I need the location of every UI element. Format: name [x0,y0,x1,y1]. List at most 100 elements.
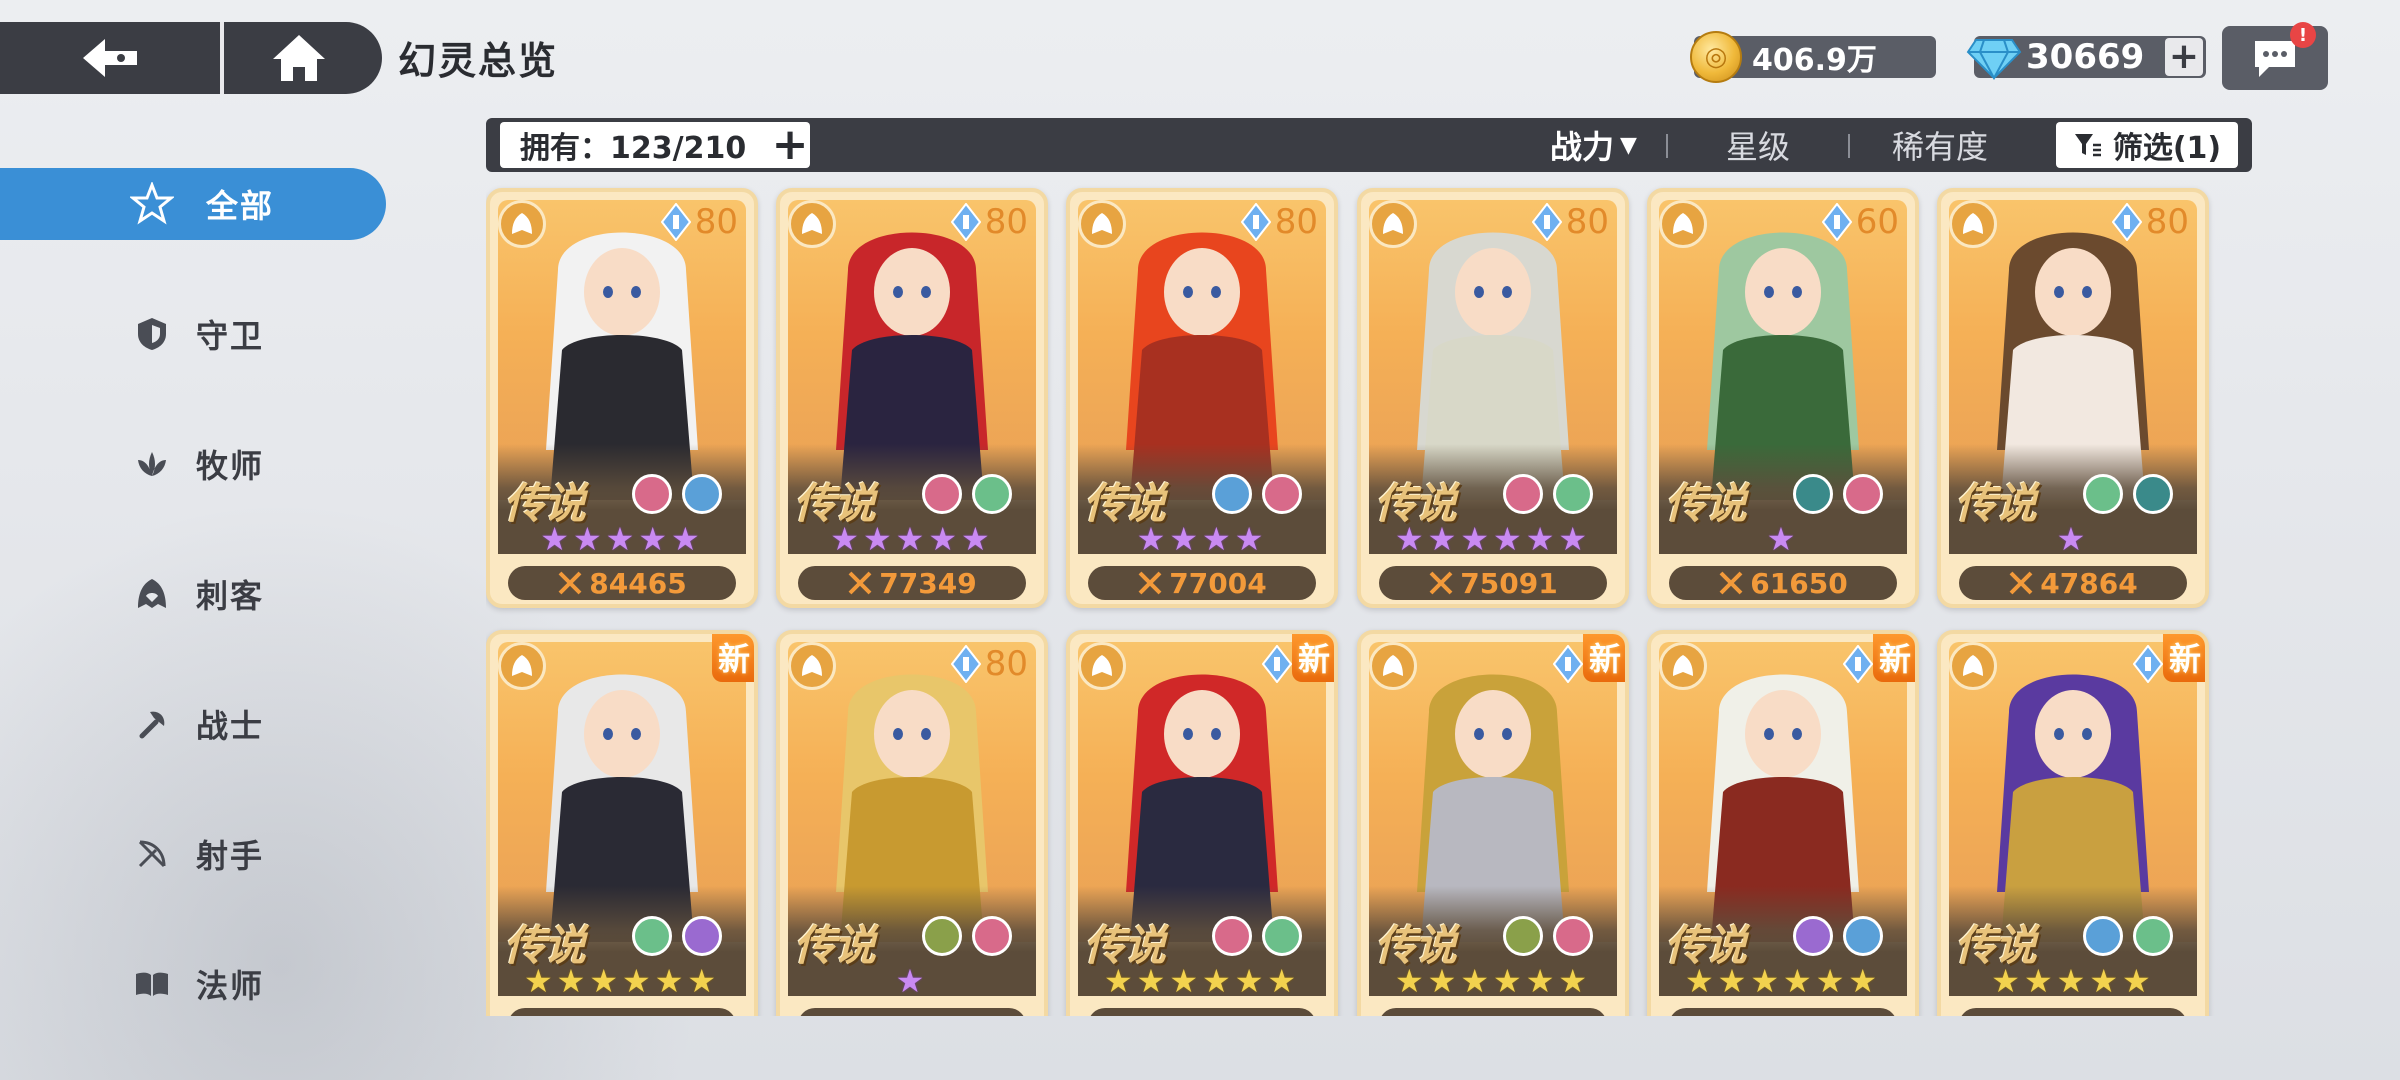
character-card[interactable]: 8新传说★★★★★ [1937,630,2209,1016]
element-icon [1553,916,1593,956]
star-rating: ★★★★★★ [1684,962,1882,1000]
assassin-icon [1369,642,1417,690]
power-bar [1088,1008,1316,1016]
filter-button[interactable]: 筛选(1) [2056,122,2238,168]
expand-slots-button[interactable]: + [770,123,810,167]
star-outline-icon [130,182,174,225]
lotus-icon [1659,642,1707,690]
crossed-swords-icon [1138,571,1162,595]
element-icon [922,916,962,956]
level-gem-icon [2111,203,2142,241]
level-indicator: 80 [660,202,738,242]
element-icon [2133,474,2173,514]
chat-button[interactable]: ! [2222,22,2328,90]
add-gems-button[interactable]: + [2165,38,2203,76]
element-icon [972,474,1012,514]
new-badge: 新 [1872,634,1915,682]
dropdown-arrow-icon: ▼ [1620,132,1637,158]
bow-icon [1078,200,1126,248]
character-card[interactable]: 80 传说 ★ [776,630,1048,1016]
shield-icon [1369,200,1417,248]
sidebar-item-assassin[interactable]: 刺客 [0,558,390,630]
axe-icon [788,200,836,248]
element-icon [2083,916,2123,956]
element-icon [632,916,672,956]
character-card[interactable]: 8新传说★★★★★★ [1357,630,1629,1016]
level-gem-icon [1821,203,1852,241]
sidebar-item-mage[interactable]: 法师 [0,948,390,1020]
element-icon [2133,916,2173,956]
assassin-icon [498,200,546,248]
element-icon [1553,474,1593,514]
sidebar-item-priest[interactable]: 牧师 [0,428,390,500]
top-nav-bar [0,22,382,94]
owned-count-box[interactable]: 拥有：123/210 + [500,122,810,168]
power-bar [1669,1008,1897,1016]
character-card[interactable]: 80 传说 ★★★★★★ 75091 [1357,188,1629,608]
back-button[interactable] [0,22,224,94]
power-bar [508,1008,736,1016]
element-icon [972,916,1012,956]
character-card[interactable]: 新传说 ★★★★★★ [486,630,758,1016]
level-gem-icon [950,203,981,241]
gem-currency: 30669 + [1966,36,2206,81]
sort-star[interactable]: 星级 [1726,118,1790,172]
bow-icon [138,840,166,868]
element-icon [1503,916,1543,956]
element-icon [2083,474,2123,514]
crossed-swords-icon [848,571,872,595]
level-gem-icon [1262,645,1293,683]
character-card[interactable]: 60 传说 ★ 61650 [1647,188,1919,608]
crossed-swords-icon [2009,571,2033,595]
power-bar: 77349 [798,566,1026,600]
star-rating: ★★★★★ [1991,962,2155,1000]
divider [1666,134,1668,158]
power-bar: 77004 [1088,566,1316,600]
home-icon [273,35,325,81]
sidebar-item-label: 守卫 [196,317,265,355]
bow-icon [498,642,546,690]
character-card[interactable]: 80 传说 ★★★★ 77004 [1066,188,1338,608]
sidebar-item-archer[interactable]: 射手 [0,818,390,890]
power-value: 84465 [589,566,687,600]
sort-power-label: 战力 [1550,128,1615,166]
sidebar-item-guard[interactable]: 守卫 [0,298,390,370]
sort-rarity[interactable]: 稀有度 [1892,118,1988,172]
new-badge: 新 [711,634,754,682]
axe-icon [139,711,165,739]
star-rating: ★ [1766,520,1800,558]
level-gem-icon [660,203,691,241]
level-value: 60 [1855,202,1899,242]
power-value: 77349 [879,566,977,600]
character-card[interactable]: 80 传说 ★★★★★ 84465 [486,188,758,608]
sort-power[interactable]: 战力 ▼ [1550,118,1637,172]
character-card[interactable]: 8新传说★★★★★★ [1066,630,1338,1016]
axe-icon [1949,642,1997,690]
level-value: 80 [984,644,1028,684]
power-bar: 75091 [1379,566,1607,600]
element-icon [632,474,672,514]
element-icon [1843,474,1883,514]
sidebar-item-warrior[interactable]: 战士 [0,688,390,760]
level-value: 80 [1274,202,1318,242]
element-icon [1793,916,1833,956]
shield-icon [138,318,166,350]
back-arrow-icon [83,39,137,77]
filter-bar: 拥有：123/210 + 战力 ▼ 星级 稀有度 筛选(1) [486,118,2252,172]
level-indicator: 80 [2111,202,2189,242]
character-card[interactable]: 80 传说 ★★★★★ 77349 [776,188,1048,608]
character-card[interactable]: 8新传说★★★★★★ [1647,630,1919,1016]
level-indicator: 80 [950,644,1028,684]
assassin-icon [1949,200,1997,248]
divider [1848,134,1850,158]
home-button[interactable] [224,22,374,94]
star-rating: ★ [895,962,929,1000]
element-icon [1262,916,1302,956]
gold-coin-icon: ◎ [1690,31,1742,83]
level-indicator: 80 [1240,202,1318,242]
character-card[interactable]: 80 传说 ★ 47864 [1937,188,2209,608]
sidebar-item-label: 牧师 [196,447,265,485]
axe-icon [1078,642,1126,690]
level-value: 80 [984,202,1028,242]
sidebar-item-all[interactable]: 全部 [0,168,386,240]
